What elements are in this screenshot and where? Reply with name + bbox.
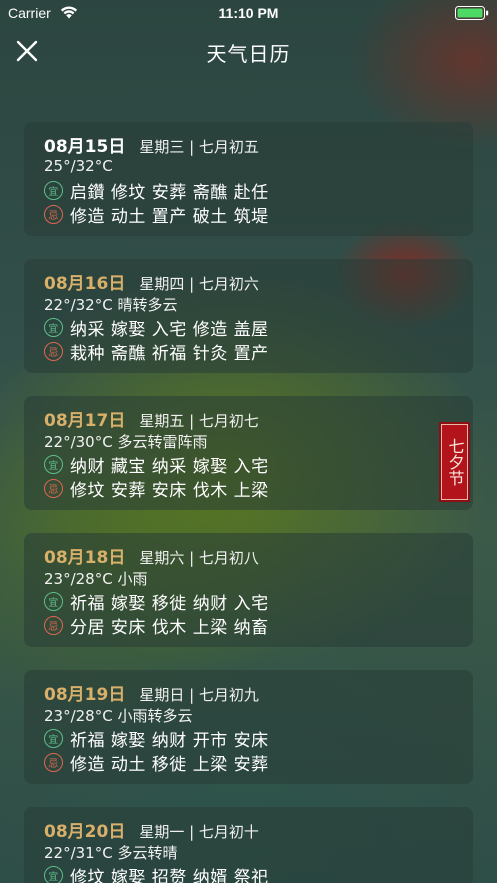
ji-row: 忌 修造 动土 移徙 上梁 安葬 [44,750,453,775]
page-title: 天气日历 [206,42,291,66]
day-weather: 23°/28°C 小雨 [44,570,148,588]
status-bar: Carrier 11:10 PM [0,0,497,26]
yi-items: 启鑽 修坟 安葬 斋醮 赴任 [70,182,269,203]
yi-icon: 宜 [44,180,63,200]
yi-icon: 宜 [44,591,63,611]
day-weather: 22°/31°C 多云转晴 [44,844,178,862]
yi-row: 宜 祈福 嫁娶 移徙 纳财 入宅 [44,589,453,614]
day-card[interactable]: 08月15日 星期三 | 七月初五 25°/32°C 宜 启鑽 修坟 安葬 斋醮… [24,122,473,236]
day-card[interactable]: 08月19日 星期日 | 七月初九 23°/28°C 小雨转多云 宜 祈福 嫁娶… [24,670,473,784]
day-date: 08月18日 [44,548,126,568]
calendar-list: 08月15日 星期三 | 七月初五 25°/32°C 宜 启鑽 修坟 安葬 斋醮… [24,122,473,883]
yi-row: 宜 修坟 嫁娶 招赘 纳婿 祭祀 [44,863,453,883]
yi-icon: 宜 [44,317,63,337]
day-week-lunar: 星期六 | 七月初八 [139,549,259,567]
ji-icon: 忌 [44,204,63,224]
day-date: 08月15日 [44,137,126,157]
day-weather: 25°/32°C [44,157,113,175]
day-date: 08月19日 [44,685,126,705]
ji-icon: 忌 [44,341,63,361]
day-weather: 22°/30°C 多云转雷阵雨 [44,433,208,451]
day-card[interactable]: 08月18日 星期六 | 七月初八 23°/28°C 小雨 宜 祈福 嫁娶 移徙… [24,533,473,647]
ji-icon: 忌 [44,615,63,635]
ji-items: 分居 安床 伐木 上梁 纳畜 [70,617,269,638]
ji-items: 修造 动土 移徙 上梁 安葬 [70,754,269,775]
yi-icon: 宜 [44,454,63,474]
ji-icon: 忌 [44,478,63,498]
yi-items: 纳采 嫁娶 入宅 修造 盖屋 [70,319,269,340]
day-card[interactable]: 08月17日 星期五 | 七月初七 22°/30°C 多云转雷阵雨 宜 纳财 藏… [24,396,473,510]
status-time: 11:10 PM [218,5,279,21]
yi-icon: 宜 [44,728,63,748]
ji-items: 修坟 安葬 安床 伐木 上梁 [70,480,269,501]
yi-items: 修坟 嫁娶 招赘 纳婿 祭祀 [70,867,269,883]
festival-label: 七夕节 [445,438,465,486]
yi-icon: 宜 [44,865,63,883]
nav-bar: 天气日历 [0,26,497,76]
day-card[interactable]: 08月20日 星期一 | 七月初十 22°/31°C 多云转晴 宜 修坟 嫁娶 … [24,807,473,883]
yi-row: 宜 祈福 嫁娶 纳财 开市 安床 [44,726,453,751]
day-week-lunar: 星期三 | 七月初五 [139,138,259,156]
festival-tag: 七夕节 [441,424,468,500]
day-week-lunar: 星期五 | 七月初七 [139,412,259,430]
ji-row: 忌 修坟 安葬 安床 伐木 上梁 [44,476,453,501]
battery-icon [455,6,489,20]
yi-row: 宜 启鑽 修坟 安葬 斋醮 赴任 [44,178,453,203]
day-date: 08月16日 [44,274,126,294]
yi-items: 纳财 藏宝 纳采 嫁娶 入宅 [70,456,269,477]
day-weather: 22°/32°C 晴转多云 [44,296,178,314]
day-date: 08月17日 [44,411,126,431]
ji-row: 忌 栽种 斋醮 祈福 针灸 置产 [44,339,453,364]
day-date: 08月20日 [44,822,126,842]
ji-icon: 忌 [44,752,63,772]
yi-row: 宜 纳采 嫁娶 入宅 修造 盖屋 [44,315,453,340]
ji-items: 栽种 斋醮 祈福 针灸 置产 [70,343,269,364]
day-weather: 23°/28°C 小雨转多云 [44,707,193,725]
day-week-lunar: 星期四 | 七月初六 [139,275,259,293]
ji-row: 忌 分居 安床 伐木 上梁 纳畜 [44,613,453,638]
ji-row: 忌 修造 动土 置产 破土 筑堤 [44,202,453,227]
day-card[interactable]: 08月16日 星期四 | 七月初六 22°/32°C 晴转多云 宜 纳采 嫁娶 … [24,259,473,373]
day-week-lunar: 星期一 | 七月初十 [139,823,259,841]
day-week-lunar: 星期日 | 七月初九 [139,686,259,704]
yi-row: 宜 纳财 藏宝 纳采 嫁娶 入宅 [44,452,453,477]
ji-items: 修造 动土 置产 破土 筑堤 [70,206,269,227]
yi-items: 祈福 嫁娶 移徙 纳财 入宅 [70,593,269,614]
yi-items: 祈福 嫁娶 纳财 开市 安床 [70,730,269,751]
